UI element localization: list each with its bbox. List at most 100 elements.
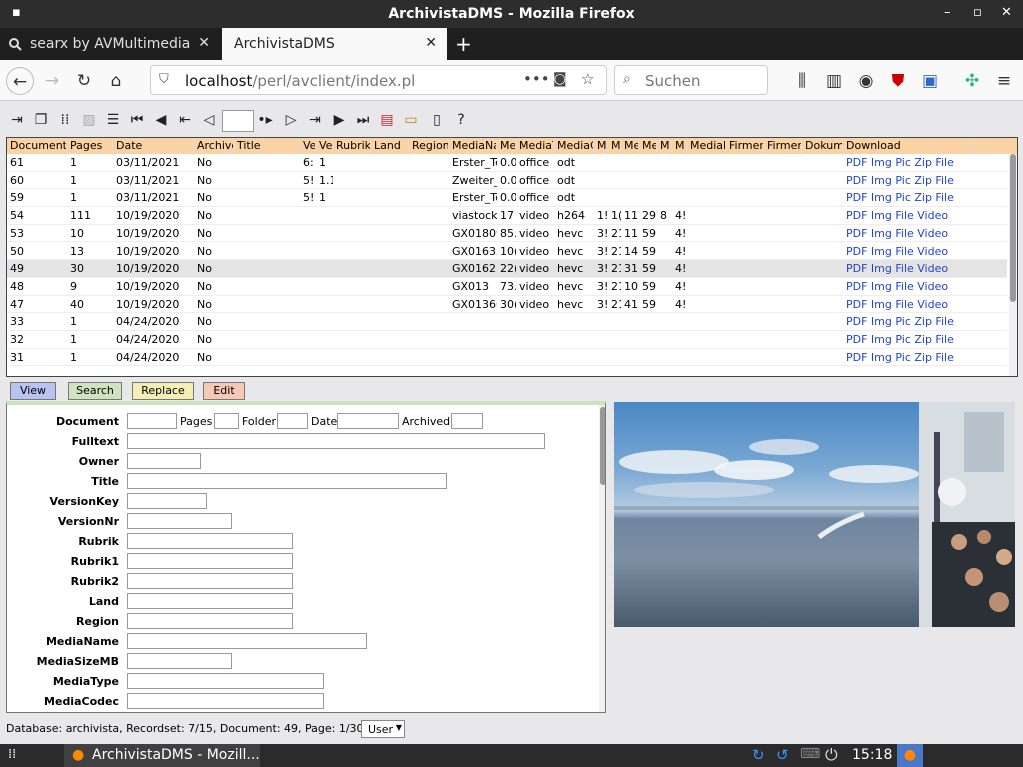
column-header[interactable]: Ver <box>316 139 333 155</box>
table-scrollbar[interactable] <box>1009 154 1017 376</box>
extension-icon[interactable]: ▣ <box>916 67 944 95</box>
prev-record-icon[interactable]: ◀ <box>152 111 170 129</box>
table-row[interactable]: 48 9 10/19/2020 No GX013 73.video hevc 3!2110.5… <box>7 278 1007 296</box>
mediasizemb-field[interactable] <box>127 653 232 669</box>
download-links[interactable]: PDF Img Pic Zip File <box>843 351 973 366</box>
page-number-input[interactable] <box>222 110 254 132</box>
column-header[interactable]: MediaNa <box>449 139 497 155</box>
minimize-icon[interactable]: – <box>944 5 951 20</box>
download-links[interactable]: PDF Img Pic Zip File <box>843 174 973 189</box>
column-header[interactable]: Dokum <box>802 139 843 155</box>
menu-icon[interactable]: ≡ <box>990 67 1018 95</box>
close-window-icon[interactable]: ✕ <box>1001 5 1012 20</box>
tab-archivista[interactable]: ArchivistaDMS ✕ <box>222 28 447 60</box>
region-field[interactable] <box>127 613 293 629</box>
table-row[interactable]: 5411110/19/2020Noviastocka17videoh2641!1… <box>7 207 1007 225</box>
next-record-icon[interactable]: ▶ <box>330 111 348 129</box>
table-row[interactable]: 33 1 04/24/2020 No PDF Img Pic Zip File <box>7 313 1007 331</box>
table-row[interactable]: 50 13 10/19/2020 No GX0163310(video hevc 3!211… <box>7 243 1007 261</box>
column-header[interactable]: Ve <box>300 139 316 155</box>
account-icon[interactable]: ◉ <box>852 67 880 95</box>
pocket-icon[interactable]: ◙ <box>553 71 567 87</box>
close-tab-icon[interactable]: ✕ <box>425 35 437 51</box>
tab-view[interactable]: View <box>10 382 56 400</box>
column-header[interactable]: Me <box>621 139 639 155</box>
column-header[interactable]: Me <box>497 139 516 155</box>
first-record-icon[interactable]: ⏮ <box>128 111 146 129</box>
export-icon[interactable]: ⇥ <box>8 111 26 129</box>
download-links[interactable]: PDF Img Pic Zip File <box>843 333 973 348</box>
archived-field[interactable] <box>451 413 483 429</box>
bookmark-star-icon[interactable]: ☆ <box>581 70 594 88</box>
download-links[interactable]: PDF Img File Video <box>843 298 973 313</box>
folder-field[interactable] <box>277 413 308 429</box>
library-icon[interactable]: ⫼ <box>788 67 816 95</box>
table-row[interactable]: 32 1 04/24/2020 No PDF Img Pic Zip File <box>7 331 1007 349</box>
medianame-field[interactable] <box>127 633 367 649</box>
tab-search[interactable]: Search <box>68 382 122 400</box>
download-links[interactable]: PDF Img File Video <box>843 245 973 260</box>
form-select[interactable]: User ▼ <box>361 720 405 738</box>
go-page-icon[interactable]: •▸ <box>256 111 274 129</box>
form-scrollbar[interactable] <box>599 405 605 712</box>
column-header[interactable]: Land <box>371 139 409 155</box>
column-header[interactable]: Firmen <box>764 139 802 155</box>
extensions-puzzle-icon[interactable]: ✣ <box>958 67 986 95</box>
table-row[interactable]: 49 30 10/19/2020 No GX016222(video hevc 3!2131… <box>7 260 1007 278</box>
firefox-tray-icon[interactable]: ● <box>897 744 923 767</box>
sync-icon[interactable]: ↺ <box>776 746 789 764</box>
column-header[interactable]: M <box>608 139 621 155</box>
next-page-icon[interactable]: ▷ <box>282 111 300 129</box>
tab-searx[interactable]: searx by AVMultimedia ✕ <box>0 28 220 60</box>
url-bar[interactable]: ⛉ localhost/perl/avclient/index.pl ••• ◙… <box>150 65 607 95</box>
image-icon[interactable]: ▨ <box>80 111 98 129</box>
column-header[interactable]: Archive <box>194 139 234 155</box>
column-header[interactable]: Region <box>409 139 449 155</box>
column-header[interactable]: M <box>594 139 608 155</box>
versionkey-field[interactable] <box>127 493 207 509</box>
land-field[interactable] <box>127 593 293 609</box>
taskbar-firefox-task[interactable]: ● ArchivistaDMS - Mozill... <box>64 744 260 767</box>
column-header[interactable]: MediaT <box>516 139 554 155</box>
download-links[interactable]: PDF Img Pic Zip File <box>843 156 973 171</box>
column-header[interactable]: MediaC <box>554 139 594 155</box>
table-row[interactable]: 59 1 03/11/2021 No 5! 1 Erster_Te 0.0 office odt P… <box>7 189 1007 208</box>
column-header[interactable]: Me <box>639 139 657 155</box>
scrollbar-thumb[interactable] <box>600 407 605 485</box>
document-field[interactable] <box>127 413 177 429</box>
reload-icon[interactable]: ↻ <box>70 67 98 95</box>
table-row[interactable]: 31 1 04/24/2020 No PDF Img Pic Zip File <box>7 349 1007 367</box>
download-links[interactable]: PDF Img Pic Zip File <box>843 315 973 330</box>
delete-icon[interactable]: ▤ <box>378 111 396 129</box>
column-header[interactable]: M <box>672 139 687 155</box>
download-links[interactable]: PDF Img Pic Zip File <box>843 191 973 206</box>
download-links[interactable]: PDF Img File Video <box>843 280 973 295</box>
tab-replace[interactable]: Replace <box>132 382 194 400</box>
page-actions-icon[interactable]: ••• <box>523 70 550 88</box>
download-links[interactable]: PDF Img File Video <box>843 262 973 277</box>
rubrik-field[interactable] <box>127 533 293 549</box>
prev-page-icon[interactable]: ◁ <box>200 111 218 129</box>
table-row[interactable]: 474010/19/2020NoGX0136630(videohevc3!214… <box>7 296 1007 314</box>
power-icon[interactable]: ⏻ <box>825 745 838 765</box>
list-add-icon[interactable]: ☰ <box>104 111 122 129</box>
column-header[interactable]: Document <box>7 139 67 155</box>
table-row[interactable]: 61 1 03/11/2021 No 6: 1 Erster_Te 0.0 office odt P… <box>7 154 1007 172</box>
last-record-icon[interactable]: ⏭ <box>354 111 372 129</box>
download-links[interactable]: PDF Img File Video <box>843 227 973 242</box>
title-field[interactable] <box>127 473 447 489</box>
shield-icon[interactable]: ⛉ <box>159 72 169 87</box>
column-header[interactable]: Date <box>113 139 194 155</box>
table-row[interactable]: 60 1 03/11/2021 No 5! 1.1 Zweiter_10.0office od… <box>7 172 1007 190</box>
scrollbar-thumb[interactable] <box>1010 154 1016 302</box>
column-header[interactable]: Firmen <box>726 139 764 155</box>
back-icon[interactable]: ← <box>6 67 34 95</box>
column-header[interactable]: Rubrik <box>333 139 371 155</box>
mobile-icon[interactable]: ▯ <box>428 111 446 129</box>
fulltext-field[interactable] <box>127 433 545 449</box>
maximize-icon[interactable]: ▫ <box>973 5 982 20</box>
archive-icon[interactable]: ▭ <box>402 111 420 129</box>
date-field[interactable] <box>337 413 399 429</box>
pages-field[interactable] <box>214 413 239 429</box>
grid-icon[interactable]: ⁞⁞ <box>56 111 74 129</box>
